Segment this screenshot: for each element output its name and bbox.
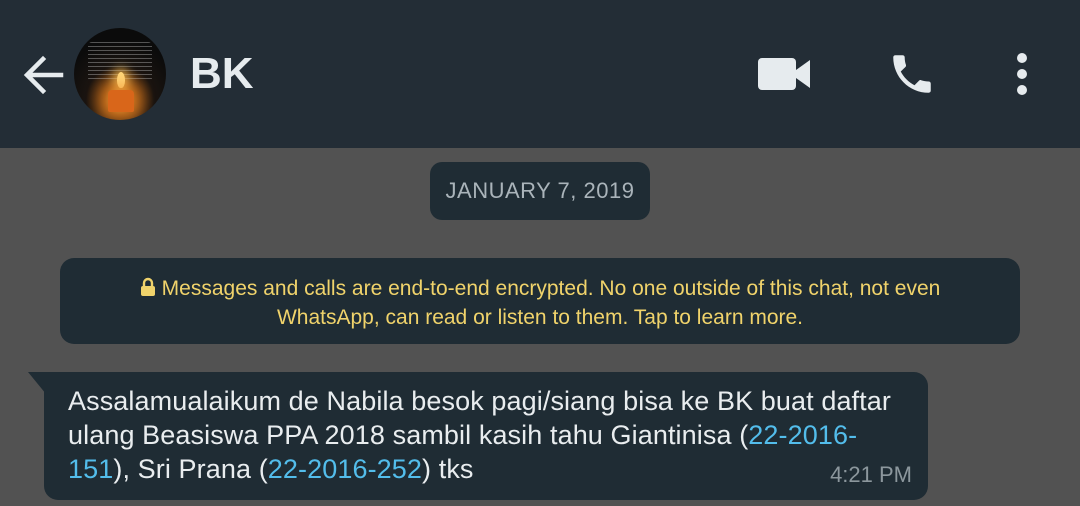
message-text-segment: ), Sri Prana (	[113, 454, 268, 484]
candle	[108, 90, 134, 112]
phone-icon	[893, 55, 931, 93]
video-call-button[interactable]	[754, 44, 814, 104]
message-text: Assalamualaikum de Nabila besok pagi/sia…	[68, 384, 904, 486]
lock-icon	[140, 277, 156, 304]
back-button[interactable]	[16, 48, 70, 102]
arrow-left-icon	[23, 55, 64, 95]
contact-avatar[interactable]	[74, 28, 166, 120]
phone-link-2[interactable]: 22-2016-252	[268, 454, 422, 484]
message-bubble-incoming[interactable]: Assalamualaikum de Nabila besok pagi/sia…	[44, 372, 928, 500]
more-options-button[interactable]	[992, 44, 1052, 104]
encryption-notice[interactable]: Messages and calls are end-to-end encryp…	[60, 258, 1020, 344]
encryption-notice-text: Messages and calls are end-to-end encryp…	[161, 277, 941, 329]
more-vertical-icon	[1017, 53, 1027, 95]
video-call-icon	[758, 58, 810, 90]
date-divider: JANUARY 7, 2019	[430, 162, 650, 220]
contact-name[interactable]: BK	[190, 48, 254, 100]
message-timestamp: 4:21 PM	[830, 462, 912, 487]
voice-call-button[interactable]	[882, 44, 942, 104]
chat-header: BK	[0, 0, 1080, 148]
message-text-segment: ) tks	[422, 454, 474, 484]
candle-flame	[117, 72, 125, 88]
